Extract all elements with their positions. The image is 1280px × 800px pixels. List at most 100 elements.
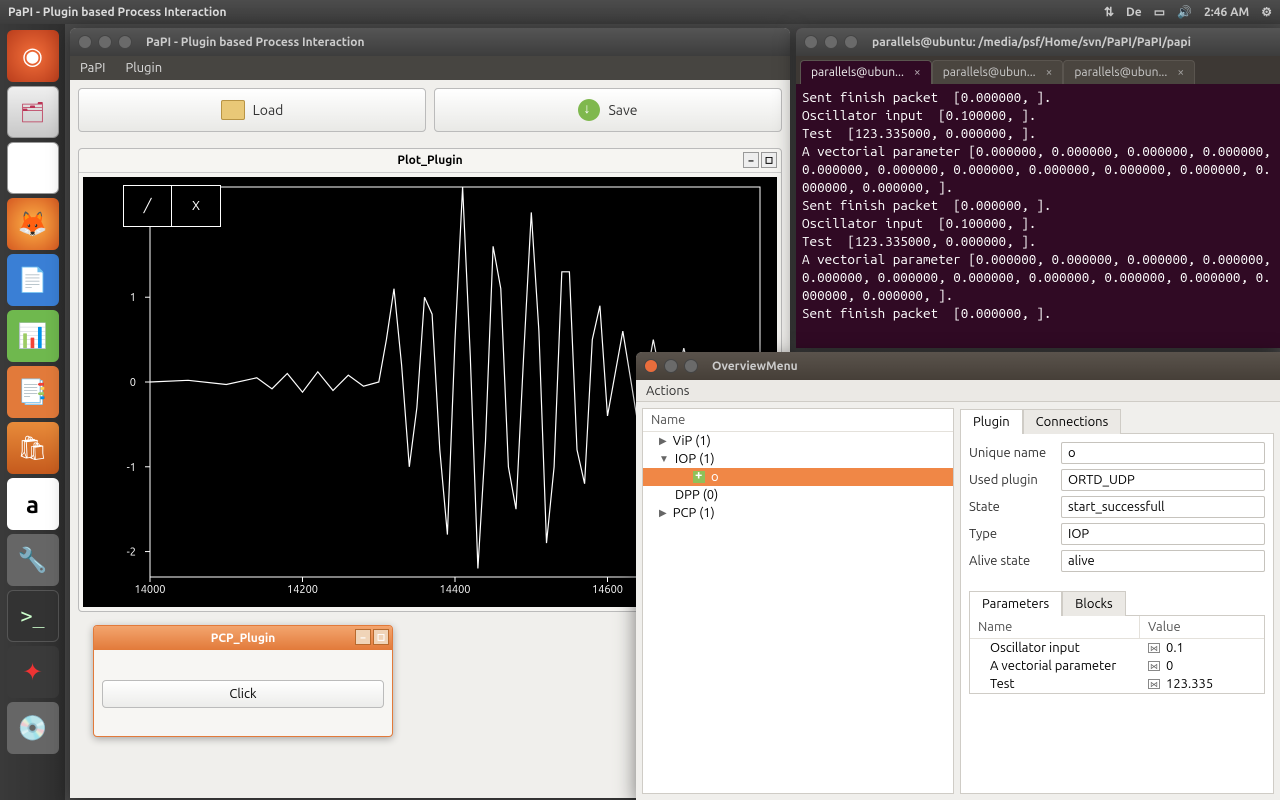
close-icon[interactable] <box>804 35 818 49</box>
param-row[interactable]: Test⋈123.335 <box>970 675 1264 693</box>
tree-item-iop[interactable]: IOP (1) <box>643 450 953 468</box>
param-value: ⋈0 <box>1140 657 1181 675</box>
tab-plugin[interactable]: Plugin <box>960 409 1023 434</box>
menu-papi[interactable]: PaPI <box>80 61 105 75</box>
overview-titlebar[interactable]: OverviewMenu <box>636 352 1280 380</box>
legend-line-icon: ╱ <box>124 186 172 226</box>
svg-text:-2: -2 <box>127 547 136 559</box>
terminal-title: parallels@ubuntu: /media/psf/Home/svn/Pa… <box>872 36 1191 49</box>
terminal-tab-2[interactable]: parallels@ubun...× <box>932 60 1064 84</box>
battery-icon[interactable]: ▭ <box>1154 5 1165 19</box>
gear-icon[interactable]: ⚙ <box>1261 5 1272 19</box>
terminal-tab-1[interactable]: parallels@ubun...× <box>800 60 932 84</box>
firefox-icon[interactable]: 🦊 <box>7 198 59 250</box>
plot-titlebar[interactable]: Plot_Plugin – ◻ <box>79 149 781 173</box>
terminal-icon[interactable]: >_ <box>7 590 59 642</box>
papi-app-icon[interactable]: ✦ <box>7 646 59 698</box>
expand-icon[interactable] <box>659 435 667 447</box>
delete-icon[interactable]: ⋈ <box>1148 679 1160 689</box>
papi-titlebar[interactable]: PaPI - Plugin based Process Interaction <box>70 28 790 56</box>
svg-text:14200: 14200 <box>287 584 318 596</box>
param-name: Test <box>970 675 1140 693</box>
label-used-plugin: Used plugin <box>969 473 1061 487</box>
save-button[interactable]: Save <box>434 88 782 132</box>
impress-icon[interactable]: 📑 <box>7 366 59 418</box>
col-name[interactable]: Name <box>970 616 1140 638</box>
tree-item-dpp[interactable]: DPP (0) <box>643 486 953 504</box>
delete-icon[interactable]: ⋈ <box>1148 661 1160 671</box>
pcp-maximize-icon[interactable]: ◻ <box>373 629 389 645</box>
close-icon[interactable] <box>644 359 658 373</box>
tab-connections[interactable]: Connections <box>1023 409 1122 434</box>
menu-plugin[interactable]: Plugin <box>125 61 162 75</box>
device-icon[interactable]: 💿 <box>7 702 59 754</box>
tab-close-icon[interactable]: × <box>1046 66 1053 79</box>
terminal-window: parallels@ubuntu: /media/psf/Home/svn/Pa… <box>796 28 1280 348</box>
amazon-icon[interactable]: a <box>7 478 59 530</box>
load-label: Load <box>253 102 284 118</box>
chromium-icon[interactable]: ◯ <box>7 142 59 194</box>
maximize-icon[interactable] <box>844 35 858 49</box>
plot-title: Plot_Plugin <box>397 154 462 167</box>
save-icon <box>578 99 600 121</box>
tree-item-vip[interactable]: ViP (1) <box>643 432 953 450</box>
network-icon[interactable]: ⇅ <box>1104 5 1114 19</box>
load-button[interactable]: Load <box>78 88 426 132</box>
tab-parameters[interactable]: Parameters <box>969 591 1062 616</box>
pcp-titlebar[interactable]: PCP_Plugin – ◻ <box>94 626 392 650</box>
tab-close-icon[interactable]: × <box>1177 66 1184 79</box>
label-type: Type <box>969 527 1061 541</box>
dash-icon[interactable]: ◉ <box>7 30 59 82</box>
svg-text:0: 0 <box>130 377 136 389</box>
label-state: State <box>969 500 1061 514</box>
terminal-tab-3[interactable]: parallels@ubun...× <box>1063 60 1195 84</box>
minimize-icon[interactable] <box>824 35 838 49</box>
tab-blocks[interactable]: Blocks <box>1062 591 1126 616</box>
overview-window: OverviewMenu Actions Name ViP (1) IOP (1… <box>636 352 1280 800</box>
settings-icon[interactable]: 🔧 <box>7 534 59 586</box>
tree-header-name[interactable]: Name <box>643 409 953 432</box>
writer-icon[interactable]: 📄 <box>7 254 59 306</box>
param-value: ⋈0.1 <box>1140 639 1192 657</box>
overview-menubar: Actions <box>636 380 1280 402</box>
plot-maximize-icon[interactable]: ◻ <box>761 152 777 168</box>
input-type[interactable] <box>1061 523 1265 545</box>
tree-item-pcp[interactable]: PCP (1) <box>643 504 953 522</box>
close-icon[interactable] <box>78 35 92 49</box>
expand-icon[interactable] <box>659 507 667 519</box>
terminal-output[interactable]: Sent finish packet [0.000000, ]. Oscilla… <box>796 84 1280 326</box>
param-row[interactable]: A vectorial parameter⋈0 <box>970 657 1264 675</box>
input-unique-name[interactable] <box>1061 442 1265 464</box>
col-value[interactable]: Value <box>1140 616 1189 638</box>
pcp-title: PCP_Plugin <box>211 632 276 645</box>
terminal-titlebar[interactable]: parallels@ubuntu: /media/psf/Home/svn/Pa… <box>796 28 1280 56</box>
tree-item-o[interactable]: o <box>643 468 953 486</box>
input-state[interactable] <box>1061 496 1265 518</box>
plot-legend[interactable]: ╱ X <box>123 185 221 227</box>
software-center-icon[interactable]: 🛍 <box>7 422 59 474</box>
files-icon[interactable]: 🗂 <box>7 86 59 138</box>
minimize-icon[interactable] <box>98 35 112 49</box>
param-row[interactable]: Oscillator input⋈0.1 <box>970 639 1264 657</box>
svg-text:-1: -1 <box>127 462 136 474</box>
minimize-icon[interactable] <box>664 359 678 373</box>
menu-actions[interactable]: Actions <box>646 384 689 398</box>
volume-icon[interactable]: 🔊 <box>1177 5 1192 19</box>
tab-close-icon[interactable]: × <box>914 66 921 79</box>
plot-minimize-icon[interactable]: – <box>743 152 759 168</box>
maximize-icon[interactable] <box>118 35 132 49</box>
calc-icon[interactable]: 📊 <box>7 310 59 362</box>
maximize-icon[interactable] <box>684 359 698 373</box>
gnome-top-panel: PaPI - Plugin based Process Interaction … <box>0 0 1280 24</box>
delete-icon[interactable]: ⋈ <box>1148 643 1160 653</box>
collapse-icon[interactable] <box>659 453 669 465</box>
param-name: A vectorial parameter <box>970 657 1140 675</box>
input-used-plugin[interactable] <box>1061 469 1265 491</box>
clock[interactable]: 2:46 AM <box>1204 6 1249 19</box>
input-alive-state[interactable] <box>1061 550 1265 572</box>
svg-text:14400: 14400 <box>439 584 470 596</box>
keyboard-layout[interactable]: De <box>1126 6 1142 19</box>
pcp-minimize-icon[interactable]: – <box>355 629 371 645</box>
unity-launcher: ◉ 🗂 ◯ 🦊 📄 📊 📑 🛍 a 🔧 >_ ✦ 💿 <box>0 24 65 800</box>
pcp-click-button[interactable]: Click <box>102 680 384 708</box>
